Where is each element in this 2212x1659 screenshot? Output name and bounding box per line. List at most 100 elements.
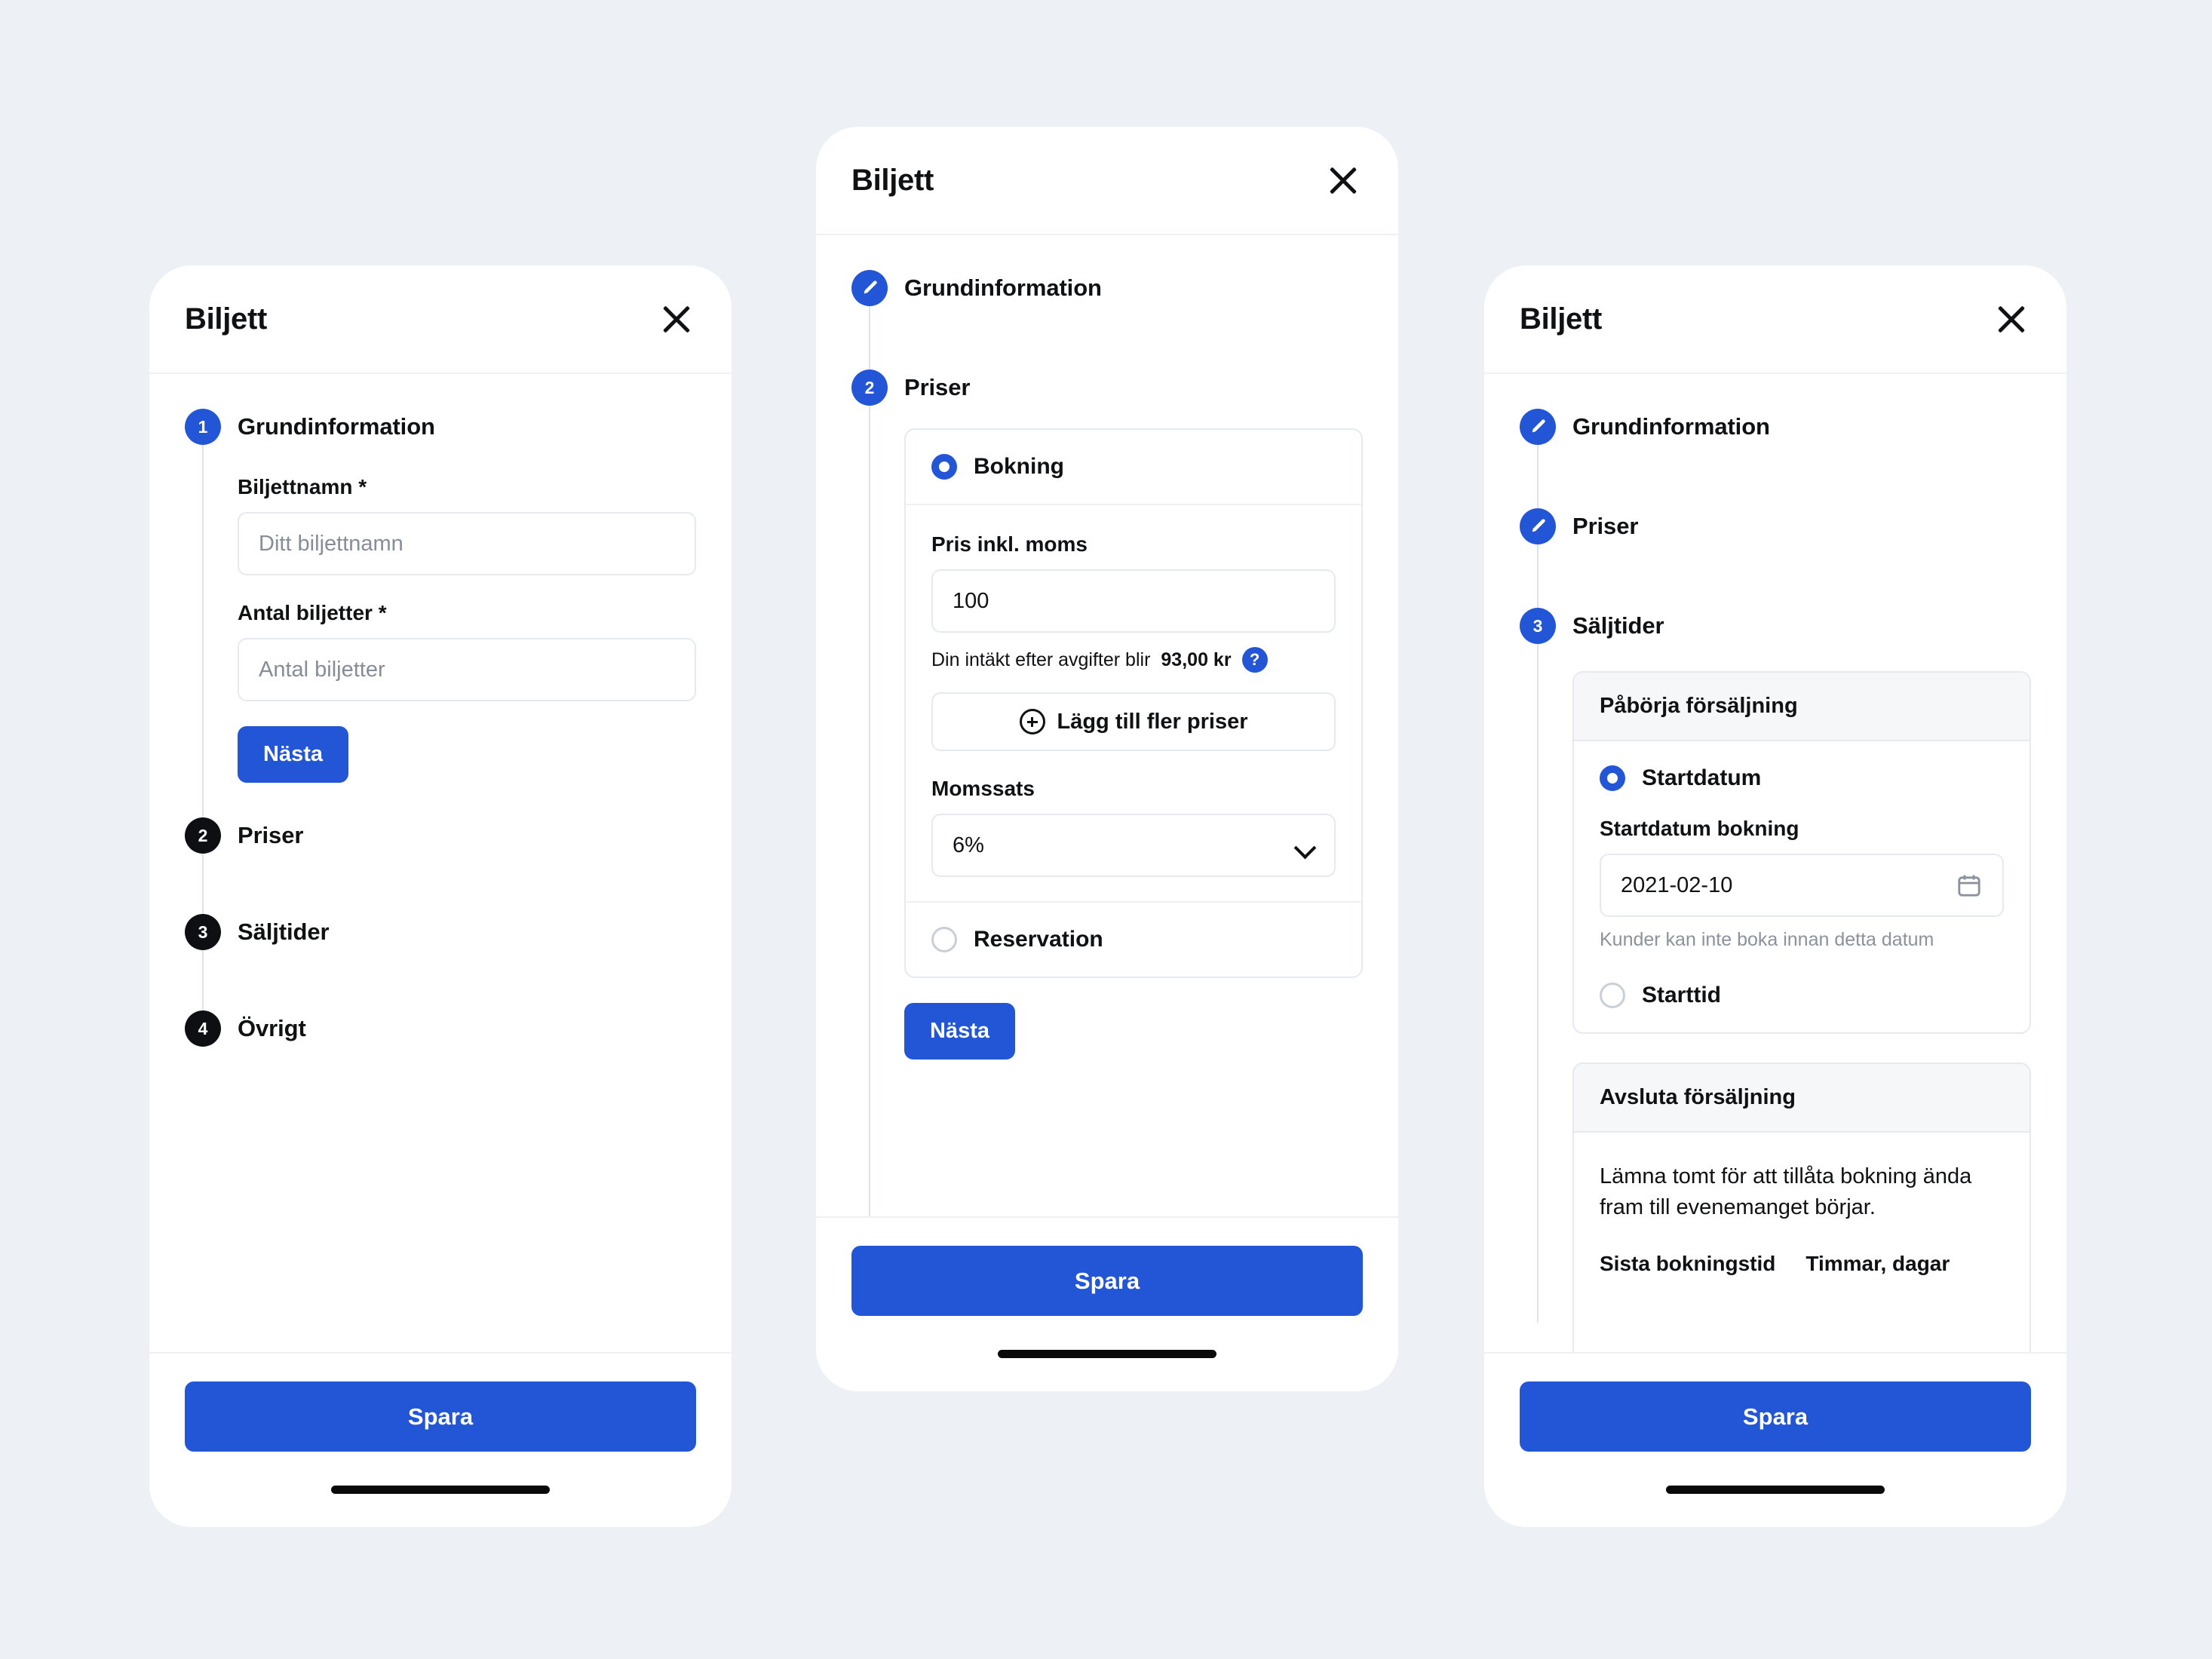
- stepper-3: Grundinformation Priser 3 Säljtider Påbö…: [1520, 409, 2031, 1352]
- radio-startdatum[interactable]: [1600, 765, 1625, 791]
- modal-footer-2: Spara: [816, 1216, 1398, 1391]
- biljettnamn-input[interactable]: Ditt biljettnamn: [238, 512, 696, 575]
- step-label-grundinformation: Grundinformation: [1572, 413, 1770, 440]
- radio-label-bokning: Bokning: [974, 454, 1064, 479]
- pencil-icon: [1528, 517, 1548, 536]
- end-sales-body: Lämna tomt för att tillåta bokning ända …: [1574, 1133, 2029, 1352]
- page-title: Biljett: [185, 302, 268, 336]
- end-sales-description: Lämna tomt för att tillåta bokning ända …: [1600, 1164, 1972, 1220]
- save-button[interactable]: Spara: [1520, 1381, 2031, 1452]
- step-bullet-grundinformation: [1520, 409, 1556, 445]
- start-sales-card-header: Påbörja försäljning: [1574, 673, 2029, 741]
- starttid-option[interactable]: Starttid: [1600, 983, 2004, 1008]
- pris-input[interactable]: 100: [931, 569, 1336, 633]
- antal-biljetter-label: Antal biljetter *: [238, 601, 387, 624]
- add-more-prices-label: Lägg till fler priser: [1057, 709, 1248, 734]
- pricing-card: Bokning Pris inkl. moms 100 Din intäkt e…: [904, 428, 1363, 978]
- start-sales-title: Påbörja försäljning: [1600, 694, 1798, 718]
- close-icon[interactable]: [657, 299, 696, 339]
- revenue-prefix: Din intäkt efter avgifter blir: [931, 649, 1151, 670]
- screenshot-stage: Biljett 1 Grundinformation Biljettnamn *…: [0, 0, 2212, 1659]
- home-indicator-wrap: [185, 1452, 696, 1527]
- step-bullet-3: 3: [185, 914, 221, 950]
- booking-details: Pris inkl. moms 100 Din intäkt efter avg…: [906, 505, 1361, 901]
- modal-body-1: 1 Grundinformation Biljettnamn * Ditt bi…: [149, 374, 732, 1352]
- home-indicator: [1666, 1485, 1885, 1494]
- start-sales-card: Påbörja försäljning Startdatum Startdatu…: [1572, 671, 2031, 1034]
- end-sales-title: Avsluta försäljning: [1600, 1085, 1796, 1109]
- step-grundinformation[interactable]: 1 Grundinformation Biljettnamn * Ditt bi…: [185, 409, 696, 897]
- next-button[interactable]: Nästa: [904, 1003, 1015, 1059]
- step-bullet-2: 2: [185, 817, 221, 854]
- modal-footer-3: Spara: [1484, 1352, 2066, 1527]
- pencil-icon: [1528, 417, 1548, 437]
- chevron-down-icon: [1295, 840, 1315, 851]
- step-saljtider[interactable]: 3 Säljtider Påbörja försäljning Startdat…: [1520, 608, 2031, 1352]
- antal-biljetter-input[interactable]: Antal biljetter: [238, 638, 696, 701]
- step-content-saljtider: Påbörja försäljning Startdatum Startdatu…: [1520, 671, 2031, 1352]
- step-bullet-saljtider: 3: [1520, 608, 1556, 644]
- step-number: 3: [1532, 615, 1543, 636]
- step-bullet-1: 1: [185, 409, 221, 445]
- step-number: 2: [198, 825, 208, 845]
- pris-inkl-moms-label: Pris inkl. moms: [931, 532, 1088, 556]
- phone-mockup-1: Biljett 1 Grundinformation Biljettnamn *…: [149, 265, 732, 1527]
- page-title: Biljett: [851, 163, 934, 197]
- next-button[interactable]: Nästa: [238, 726, 348, 783]
- startdatum-input[interactable]: 2021-02-10: [1600, 854, 2004, 917]
- step-ovrigt[interactable]: 4 Övrigt: [185, 1010, 696, 1047]
- radio-label-startdatum: Startdatum: [1642, 765, 1762, 790]
- modal-body-3: Grundinformation Priser 3 Säljtider Påbö…: [1484, 374, 2066, 1352]
- startdatum-bokning-label: Startdatum bokning: [1600, 817, 1799, 840]
- step-grundinformation[interactable]: Grundinformation: [1520, 409, 2031, 508]
- revenue-amount: 93,00 kr: [1161, 649, 1232, 670]
- modal-header-3: Biljett: [1484, 265, 2066, 374]
- add-more-prices-button[interactable]: Lägg till fler priser: [931, 692, 1336, 751]
- radio-label-reservation: Reservation: [974, 927, 1103, 952]
- question-mark-icon[interactable]: ?: [1241, 647, 1268, 673]
- step-content-priser: Bokning Pris inkl. moms 100 Din intäkt e…: [851, 428, 1363, 1100]
- step-label-priser: Priser: [238, 822, 304, 848]
- step-priser[interactable]: 2 Priser Bokning Pris inkl. moms 100 Din…: [851, 370, 1363, 1216]
- end-sales-card: Avsluta försäljning Lämna tomt för att t…: [1572, 1063, 2031, 1352]
- phone-mockup-2: Biljett Grundinformation 2 Priser Boknin…: [816, 127, 1398, 1391]
- close-icon[interactable]: [1992, 299, 2031, 339]
- step-saljtider[interactable]: 3 Säljtider: [185, 914, 696, 1010]
- step-priser[interactable]: 2 Priser: [185, 817, 696, 914]
- sista-bokningstid-label: Sista bokningstid: [1600, 1252, 1776, 1276]
- step-priser[interactable]: Priser: [1520, 508, 2031, 608]
- step-number: 1: [198, 416, 208, 437]
- calendar-icon[interactable]: [1956, 872, 1983, 899]
- radio-starttid[interactable]: [1600, 983, 1625, 1008]
- stepper-2: Grundinformation 2 Priser Bokning Pris i…: [851, 270, 1363, 1216]
- modal-footer-1: Spara: [149, 1352, 732, 1527]
- radio-reservation[interactable]: [931, 927, 957, 952]
- plus-circle-icon: [1019, 709, 1045, 734]
- phone-mockup-3: Biljett Grundinformation Priser 3 Säljti…: [1484, 265, 2066, 1527]
- step-label-grundinformation: Grundinformation: [904, 274, 1102, 301]
- home-indicator-wrap: [1520, 1452, 2031, 1527]
- radio-bokning[interactable]: [931, 454, 957, 480]
- home-indicator-wrap: [851, 1316, 1363, 1391]
- step-label-priser: Priser: [904, 374, 971, 400]
- startdatum-value: 2021-02-10: [1621, 872, 1733, 897]
- momssats-select[interactable]: 6%: [931, 814, 1336, 877]
- step-bullet-priser: [1520, 508, 1556, 544]
- radio-label-starttid: Starttid: [1642, 983, 1721, 1007]
- booking-option-row[interactable]: Bokning: [906, 430, 1361, 504]
- reservation-option-row[interactable]: Reservation: [906, 903, 1361, 977]
- step-bullet-grundinformation: [851, 270, 888, 306]
- end-sales-card-header: Avsluta försäljning: [1574, 1064, 2029, 1133]
- modal-body-2: Grundinformation 2 Priser Bokning Pris i…: [816, 235, 1398, 1216]
- save-button[interactable]: Spara: [851, 1246, 1363, 1316]
- save-button[interactable]: Spara: [185, 1381, 696, 1452]
- step-grundinformation[interactable]: Grundinformation: [851, 270, 1363, 370]
- step-number: 4: [198, 1018, 208, 1038]
- startdatum-hint: Kunder kan inte boka innan detta datum: [1600, 929, 1934, 950]
- modal-header-2: Biljett: [816, 127, 1398, 235]
- timmar-dagar-label: Timmar, dagar: [1805, 1252, 1950, 1276]
- close-icon[interactable]: [1324, 161, 1363, 200]
- startdatum-option[interactable]: Startdatum: [1600, 765, 2004, 791]
- step-bullet-priser: 2: [851, 370, 888, 406]
- step-label-grundinformation: Grundinformation: [238, 413, 435, 440]
